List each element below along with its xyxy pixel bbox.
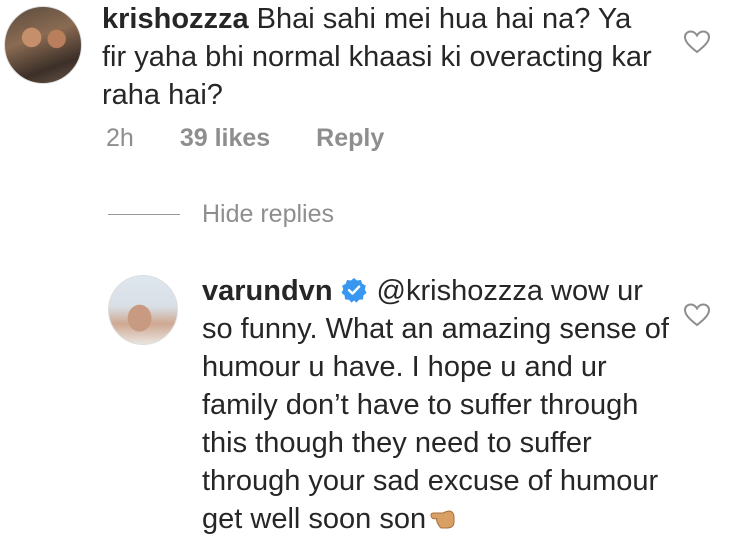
like-heart-icon[interactable] (684, 30, 710, 54)
comment-username[interactable]: krishozzza (102, 3, 249, 35)
hide-replies-button[interactable]: Hide replies (108, 200, 334, 229)
mention-link[interactable]: @krishozzza (377, 275, 543, 307)
comment-likes[interactable]: 39 likes (180, 124, 270, 153)
like-heart-icon[interactable] (684, 303, 710, 327)
comment-time: 2h (106, 124, 134, 152)
comment-body: krishozzza Bhai sahi mei hua hai na? Ya f… (102, 0, 662, 114)
hide-replies-label: Hide replies (202, 200, 335, 228)
verified-badge-icon (341, 278, 367, 303)
reply-text: wow ur so funny. What an amazing sense o… (202, 275, 669, 534)
reply-button[interactable]: Reply (316, 124, 384, 153)
avatar-krishozzza[interactable] (4, 6, 82, 84)
divider (108, 214, 180, 215)
reply-username[interactable]: varundvn (202, 275, 333, 307)
avatar-varundvn[interactable] (108, 275, 178, 345)
reply-body: varundvn @krishozzza wow ur so funny. Wh… (202, 272, 672, 534)
backhand-index-pointing-left-icon (430, 510, 455, 529)
comment-thread: krishozzza Bhai sahi mei hua hai na? Ya f… (0, 0, 742, 534)
comment-meta: 2h 39 likes Reply (106, 124, 384, 153)
